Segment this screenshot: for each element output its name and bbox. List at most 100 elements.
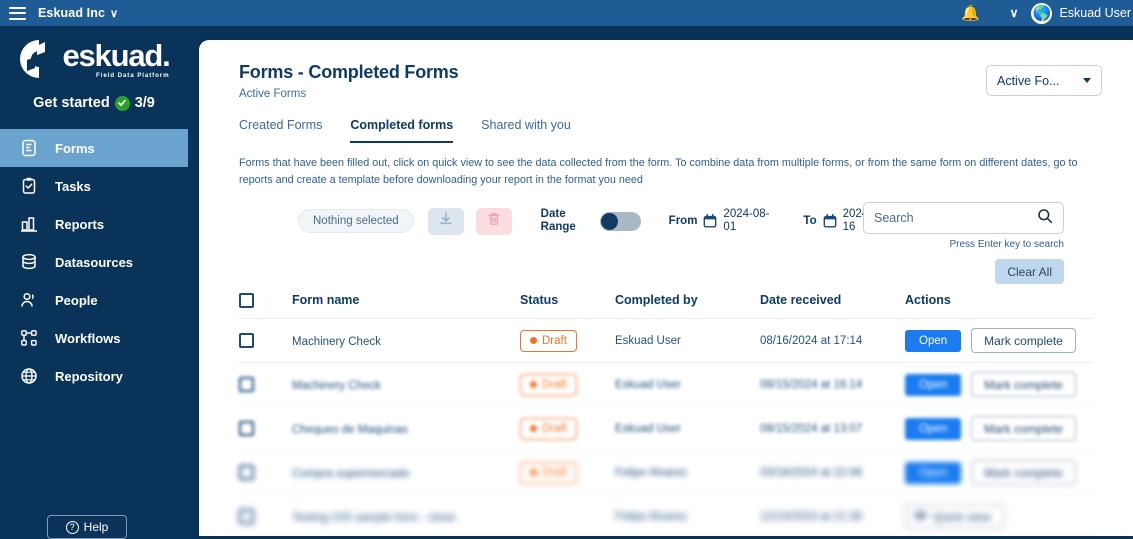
- help-label: Help: [84, 520, 109, 534]
- user-name[interactable]: Eskuad User: [1059, 6, 1131, 20]
- form-name-link[interactable]: Compra supermercado: [292, 468, 410, 480]
- open-button[interactable]: Open: [905, 418, 961, 440]
- search-box[interactable]: [863, 202, 1064, 234]
- row-checkbox[interactable]: [239, 333, 254, 348]
- main-content-card: Forms - Completed Forms Active Forms Act…: [199, 40, 1133, 536]
- sidebar-item-label: Repository: [55, 369, 123, 384]
- to-label: To: [803, 215, 816, 227]
- download-button[interactable]: [428, 208, 464, 235]
- form-name-link[interactable]: Testing GIS sample form - clone: [292, 512, 456, 524]
- date-range-label: Date Range: [541, 208, 581, 234]
- mark-complete-button[interactable]: Mark complete: [971, 460, 1076, 485]
- column-header-actions: Actions: [905, 293, 1093, 307]
- delete-button[interactable]: [476, 208, 512, 235]
- table-row[interactable]: Chequeo de Maquinas Draft Eskuad User 08…: [239, 407, 1093, 451]
- calendar-icon: [823, 214, 837, 228]
- check-circle-icon: [115, 96, 130, 111]
- from-date-value: 2024-08-01: [723, 208, 775, 235]
- sidebar-item-datasources[interactable]: Datasources: [0, 243, 188, 281]
- column-header-date-received[interactable]: Date received: [760, 293, 905, 307]
- date-received-value: 08/15/2024 at 16:14: [760, 379, 905, 391]
- toggle-knob: [601, 213, 618, 230]
- eskuad-wolf-logo-icon: [18, 38, 60, 80]
- chevron-down-icon-account[interactable]: ∨: [1010, 6, 1019, 20]
- table-row[interactable]: Compra supermercado Draft Felipe Alvarez…: [239, 451, 1093, 495]
- completed-by-value: Felipe Alvarez: [615, 511, 760, 523]
- completed-by-value: Eskuad User: [615, 335, 760, 347]
- sidebar-item-reports[interactable]: Reports: [0, 205, 188, 243]
- logo-wordmark: eskuad.: [62, 40, 169, 71]
- mark-complete-button[interactable]: Mark complete: [971, 328, 1076, 353]
- quick-view-label: Quick view: [933, 510, 991, 524]
- open-button[interactable]: Open: [905, 330, 961, 352]
- sidebar-item-label: Reports: [55, 217, 104, 232]
- sidebar-item-tasks[interactable]: Tasks: [0, 167, 188, 205]
- date-received-value: 12/14/2023 at 21:36: [760, 511, 905, 523]
- page-description: Forms that have been filled out, click o…: [239, 155, 1111, 188]
- active-forms-filter-select[interactable]: Active Fo...: [986, 65, 1102, 96]
- status-dot-icon: [530, 469, 537, 476]
- sidebar-item-forms[interactable]: Forms: [0, 129, 188, 167]
- quick-view-button[interactable]: Quick view: [905, 504, 1004, 529]
- table-row[interactable]: Machinery Check Draft Eskuad User 08/15/…: [239, 363, 1093, 407]
- row-checkbox[interactable]: [239, 509, 254, 524]
- open-button[interactable]: Open: [905, 462, 961, 484]
- sidebar-item-label: People: [55, 293, 98, 308]
- status-dot-icon: [530, 381, 537, 388]
- sidebar-item-workflows[interactable]: Workflows: [0, 319, 188, 357]
- page-title: Forms - Completed Forms: [239, 62, 1093, 83]
- column-header-completed-by[interactable]: Completed by: [615, 293, 760, 307]
- chevron-down-icon[interactable]: ∨: [110, 7, 118, 20]
- org-name[interactable]: Eskuad Inc: [38, 6, 105, 20]
- hamburger-icon[interactable]: [9, 7, 26, 20]
- column-header-form-name[interactable]: Form name: [292, 293, 520, 307]
- help-button[interactable]: ? Help: [47, 515, 127, 539]
- selection-chip[interactable]: Nothing selected: [298, 209, 414, 233]
- sidebar-item-people[interactable]: People: [0, 281, 188, 319]
- row-checkbox[interactable]: [239, 377, 254, 392]
- filter-toolbar: Nothing selected Date Range From: [239, 204, 1093, 238]
- tab-created-forms[interactable]: Created Forms: [239, 118, 322, 143]
- sidebar: eskuad. Field Data Platform Get started …: [0, 26, 188, 536]
- calendar-icon: [703, 214, 717, 228]
- clear-all-button[interactable]: Clear All: [995, 259, 1064, 284]
- mark-complete-button[interactable]: Mark complete: [971, 416, 1076, 441]
- form-name-link[interactable]: Machinery Check: [292, 380, 381, 392]
- status-dot-icon: [530, 337, 537, 344]
- search-icon[interactable]: [1037, 208, 1053, 229]
- sidebar-item-label: Forms: [55, 141, 95, 156]
- table-row[interactable]: Testing GIS sample form - clone Felipe A…: [239, 495, 1093, 536]
- forms-table: Form name Status Completed by Date recei…: [239, 282, 1093, 536]
- date-range-toggle[interactable]: [600, 212, 641, 231]
- search-input[interactable]: [874, 211, 1037, 225]
- tab-bar: Created Forms Completed forms Shared wit…: [239, 118, 1093, 143]
- sidebar-item-repository[interactable]: Repository: [0, 357, 188, 395]
- from-date-group[interactable]: From 2024-08-01: [669, 208, 776, 235]
- tab-completed-forms[interactable]: Completed forms: [350, 118, 453, 143]
- status-badge: Draft: [520, 418, 577, 440]
- form-name-link[interactable]: Chequeo de Maquinas: [292, 424, 408, 436]
- form-name-link[interactable]: Machinery Check: [292, 336, 381, 348]
- completed-by-value: Eskuad User: [615, 423, 760, 435]
- date-received-value: 03/18/2024 at 22:06: [760, 467, 905, 479]
- get-started-progress[interactable]: Get started 3/9: [33, 95, 155, 111]
- sidebar-item-label: Tasks: [55, 179, 91, 194]
- status-dot-icon: [530, 425, 537, 432]
- bell-icon[interactable]: 🔔: [961, 4, 980, 22]
- from-label: From: [669, 215, 698, 227]
- tab-shared-with-you[interactable]: Shared with you: [481, 118, 571, 143]
- sidebar-item-label: Datasources: [55, 255, 133, 270]
- filter-select-value: Active Fo...: [997, 74, 1060, 88]
- open-button[interactable]: Open: [905, 374, 961, 396]
- date-received-value: 08/16/2024 at 17:14: [760, 335, 905, 347]
- avatar[interactable]: 🌎: [1031, 3, 1052, 24]
- column-header-status[interactable]: Status: [520, 293, 615, 307]
- topbar-right-group: 🔔 ∨ 🌎 Eskuad User: [961, 3, 1133, 24]
- row-checkbox[interactable]: [239, 421, 254, 436]
- table-row[interactable]: Machinery Check Draft Eskuad User 08/16/…: [239, 319, 1093, 363]
- select-all-checkbox[interactable]: [239, 293, 254, 308]
- bar-chart-icon: [18, 214, 39, 235]
- database-icon: [18, 252, 39, 273]
- mark-complete-button[interactable]: Mark complete: [971, 372, 1076, 397]
- row-checkbox[interactable]: [239, 465, 254, 480]
